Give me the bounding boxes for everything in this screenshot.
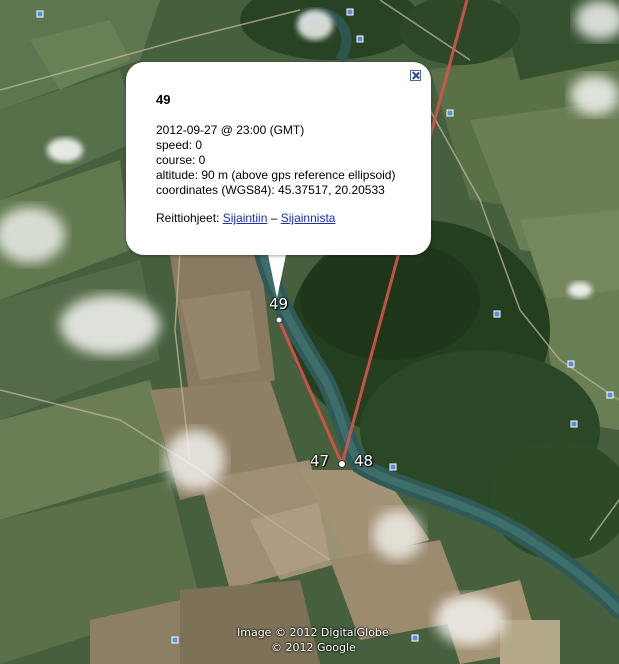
popup-altitude: altitude: 90 m (above gps reference elli… <box>156 168 396 182</box>
place-marker-icon[interactable] <box>446 109 454 117</box>
place-marker-icon[interactable] <box>356 35 364 43</box>
popup-tail <box>267 250 287 298</box>
directions-from-link[interactable]: Sijainnista <box>281 211 336 225</box>
map-attribution: © 2012 Google <box>271 641 356 654</box>
place-marker-icon[interactable] <box>36 10 44 18</box>
info-popup: 49 2012-09-27 @ 23:00 (GMT) speed: 0 cou… <box>126 62 431 255</box>
popup-directions: Reittiohjeet: Sijaintiin – Sijainnista <box>156 211 421 226</box>
close-icon[interactable] <box>410 70 421 81</box>
place-marker-icon[interactable] <box>493 310 501 318</box>
place-marker-icon[interactable] <box>567 360 575 368</box>
place-marker-icon[interactable] <box>346 8 354 16</box>
imagery-attribution: Image © 2012 DigitalGlobe <box>237 626 389 639</box>
directions-separator: – <box>267 211 281 225</box>
place-marker-icon[interactable] <box>171 636 179 644</box>
place-marker-icon[interactable] <box>389 463 397 471</box>
place-marker-icon[interactable] <box>570 420 578 428</box>
place-marker-icon[interactable] <box>606 391 614 399</box>
directions-label: Reittiohjeet: <box>156 211 223 225</box>
waypoint-marker-icon[interactable] <box>275 316 283 324</box>
popup-speed: speed: 0 <box>156 138 203 152</box>
place-marker-icon[interactable] <box>411 634 419 642</box>
popup-datetime: 2012-09-27 @ 23:00 (GMT) <box>156 123 305 137</box>
popup-title: 49 <box>156 92 171 107</box>
waypoint-label-48[interactable]: 48 <box>354 452 373 470</box>
popup-coordinates: coordinates (WGS84): 45.37517, 20.20533 <box>156 183 385 197</box>
waypoint-marker-icon[interactable] <box>338 460 346 468</box>
directions-to-link[interactable]: Sijaintiin <box>223 211 268 225</box>
waypoint-label-47[interactable]: 47 <box>310 452 329 470</box>
popup-course: course: 0 <box>156 153 206 167</box>
